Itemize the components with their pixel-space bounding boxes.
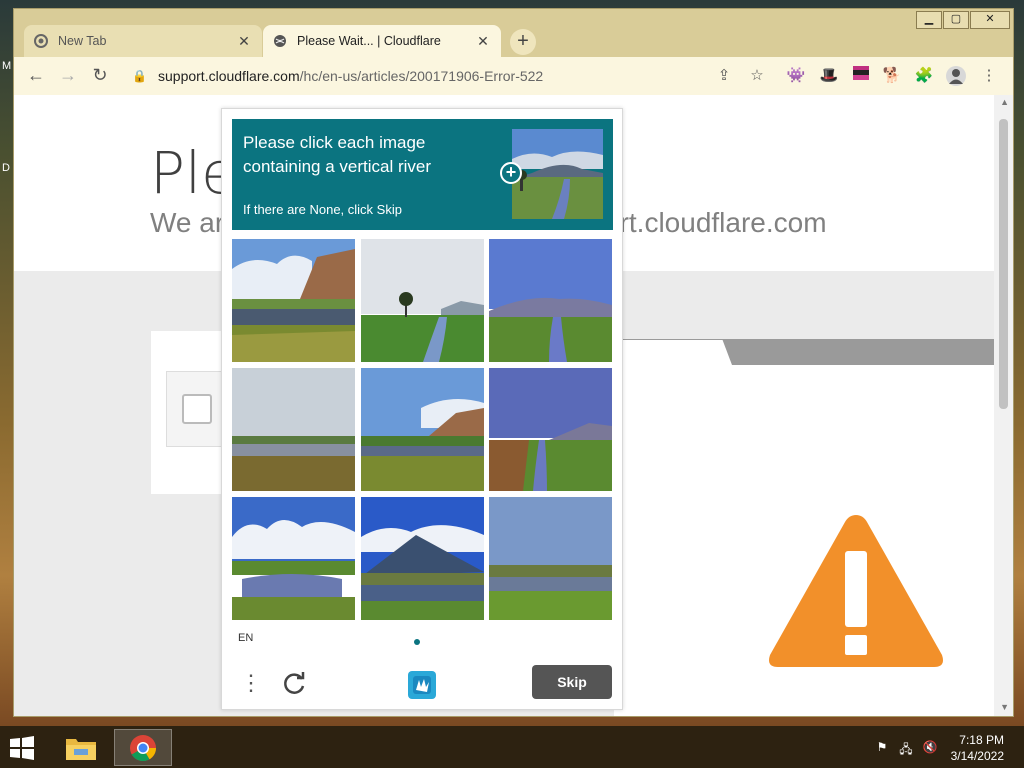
challenge-tile[interactable] xyxy=(232,368,355,491)
challenge-tile[interactable] xyxy=(489,497,612,620)
tab-cloudflare[interactable]: Please Wait... | Cloudflare ✕ xyxy=(263,25,501,57)
lock-icon: 🔒 xyxy=(132,69,147,83)
address-bar[interactable]: 🔒 support.cloudflare.com /hc/en-us/artic… xyxy=(124,61,749,91)
windows-start-icon[interactable] xyxy=(6,734,38,762)
system-clock[interactable]: 7:18 PM 3/14/2022 xyxy=(951,732,1004,764)
tab-new-tab[interactable]: New Tab ✕ xyxy=(24,25,262,57)
challenge-hint: If there are None, click Skip xyxy=(243,202,402,217)
taskbar: ⚑ 🖧 🔇 7:18 PM 3/14/2022 xyxy=(0,726,1024,768)
hcaptcha-logo-icon[interactable] xyxy=(405,668,439,702)
close-icon[interactable]: ✕ xyxy=(236,33,252,49)
expand-example-icon[interactable]: + xyxy=(500,162,522,184)
desktop-icon-label: D xyxy=(2,162,10,174)
tab-title: Please Wait... | Cloudflare xyxy=(297,34,441,48)
browser-toolbar: ← → ↻ 🔒 support.cloudflare.com /hc/en-us… xyxy=(14,57,1013,95)
challenge-tile[interactable] xyxy=(489,368,612,491)
minimize-button[interactable]: ▁ xyxy=(916,11,942,29)
forward-button[interactable]: → xyxy=(56,64,80,88)
scrollbar-thumb[interactable] xyxy=(999,119,1008,409)
maximize-button[interactable]: ▢ xyxy=(943,11,969,29)
refresh-icon[interactable] xyxy=(280,669,308,697)
page-subtitle: We ar xyxy=(150,207,225,238)
challenge-tile[interactable] xyxy=(232,497,355,620)
challenge-tile[interactable] xyxy=(361,497,484,620)
profile-icon[interactable] xyxy=(946,66,966,86)
skip-button[interactable]: Skip xyxy=(532,665,612,699)
clock-date: 3/14/2022 xyxy=(950,749,1004,763)
menu-icon[interactable]: ⋮ xyxy=(979,66,999,86)
page-subtitle-right: ort.cloudflare.com xyxy=(604,207,827,238)
extension-hat-icon[interactable]: 🎩 xyxy=(819,66,839,86)
progress-dot xyxy=(414,639,420,645)
new-tab-button[interactable]: + xyxy=(510,29,536,55)
file-explorer-icon[interactable] xyxy=(52,729,110,766)
url-path: /hc/en-us/articles/200171906-Error-522 xyxy=(299,68,544,84)
challenge-image-grid xyxy=(232,239,613,620)
reload-button[interactable]: ↻ xyxy=(88,64,112,88)
scroll-down-arrow[interactable]: ▼ xyxy=(1000,702,1009,712)
network-icon[interactable]: 🖧 xyxy=(898,740,914,756)
challenge-prompt: Please click each image containing a ver… xyxy=(243,133,432,176)
challenge-tile[interactable] xyxy=(489,239,612,362)
scroll-up-arrow[interactable]: ▲ xyxy=(1000,97,1009,107)
example-image[interactable] xyxy=(512,129,603,219)
bookmark-star-icon[interactable]: ☆ xyxy=(747,66,767,86)
chrome-taskbar-icon[interactable] xyxy=(114,729,172,766)
challenge-tile[interactable] xyxy=(361,239,484,362)
share-icon[interactable]: ⇪ xyxy=(714,66,734,86)
url-host: support.cloudflare.com xyxy=(158,68,300,84)
page-tab-shape xyxy=(614,340,732,365)
challenge-tile[interactable] xyxy=(232,239,355,362)
challenge-tile[interactable] xyxy=(361,368,484,491)
tab-strip: New Tab ✕ Please Wait... | Cloudflare ✕ … xyxy=(14,9,1013,64)
close-icon[interactable]: ✕ xyxy=(475,33,491,49)
tab-title: New Tab xyxy=(58,34,107,48)
hcaptcha-challenge: Please click each image containing a ver… xyxy=(221,108,623,710)
chrome-icon xyxy=(34,34,48,48)
action-center-flag-icon[interactable]: ⚑ xyxy=(874,740,890,756)
verify-checkbox[interactable] xyxy=(182,394,212,424)
clock-time: 7:18 PM xyxy=(959,733,1004,747)
warning-icon xyxy=(769,515,943,667)
extension-alien-icon[interactable]: 👾 xyxy=(786,66,806,86)
volume-muted-icon[interactable]: 🔇 xyxy=(922,740,938,756)
extension-dog-icon[interactable]: 🐕 xyxy=(882,66,902,86)
language-selector[interactable]: EN xyxy=(238,632,253,644)
extension-color-icon[interactable] xyxy=(851,66,871,86)
globe-icon xyxy=(273,34,287,48)
desktop-icon-label: M xyxy=(2,60,12,72)
more-options-icon[interactable]: ⋮ xyxy=(240,668,262,698)
close-window-button[interactable]: ✕ xyxy=(970,11,1010,29)
back-button[interactable]: ← xyxy=(24,64,48,88)
puzzle-icon[interactable]: 🧩 xyxy=(914,66,934,86)
challenge-header: Please click each image containing a ver… xyxy=(232,119,613,230)
